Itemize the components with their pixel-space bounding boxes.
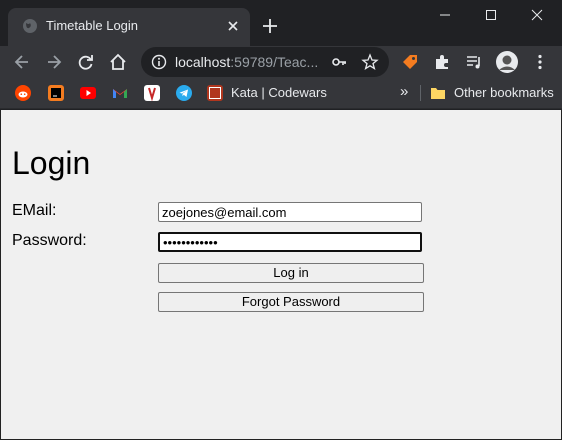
tab-title: Timetable Login [46,18,139,33]
home-icon[interactable] [108,52,128,72]
email-field[interactable] [158,202,422,222]
browser-tab[interactable]: Timetable Login [8,8,250,46]
reddit-icon[interactable] [15,85,31,101]
maximize-icon[interactable] [468,0,514,30]
bookmarks-separator [420,85,421,101]
page-title: Login [12,145,91,181]
reload-icon[interactable] [76,52,96,72]
codewars-icon[interactable] [207,85,223,101]
forward-arrow-icon[interactable] [44,52,64,72]
extension-tag-icon[interactable] [400,52,420,72]
forgot-password-button[interactable]: Forgot Password [158,292,424,312]
bookmarks-bar: Kata | Codewars » Other bookmarks [0,77,562,109]
other-bookmarks-label[interactable]: Other bookmarks [454,85,554,100]
youtube-icon[interactable] [80,85,96,101]
close-window-icon[interactable] [514,0,560,30]
jetbrains-icon[interactable] [48,85,64,101]
menu-dots-icon[interactable] [530,52,550,72]
minimize-icon[interactable] [422,0,468,30]
url-rest: :59789/Teac... [230,54,319,70]
profile-avatar-icon[interactable] [495,50,519,74]
email-label: EMail: [12,202,57,219]
password-field[interactable] [158,232,422,252]
url-text: localhost:59789/Teac... [175,54,318,70]
folder-icon[interactable] [430,85,446,101]
url-host: localhost [175,54,231,70]
bookmarks-overflow-chevron[interactable]: » [400,83,408,100]
browser-tab-strip: Timetable Login [0,0,562,46]
bookmark-app-icon[interactable] [144,85,160,101]
extensions-puzzle-icon[interactable] [432,52,452,72]
gmail-icon[interactable] [112,85,128,101]
media-queue-icon[interactable] [464,52,484,72]
telegram-icon[interactable] [176,85,192,101]
globe-icon [23,19,37,33]
new-tab-icon[interactable] [260,16,280,36]
address-bar[interactable]: localhost:59789/Teac... [141,47,389,77]
back-arrow-icon[interactable] [12,52,32,72]
login-button[interactable]: Log in [158,263,424,283]
password-label: Password: [12,232,87,249]
page-content: Login EMail: Password: Log in Forgot Pas… [0,110,562,440]
site-info-icon[interactable] [151,54,167,70]
star-icon[interactable] [361,53,379,71]
bookmark-codewars-label[interactable]: Kata | Codewars [231,85,327,100]
key-icon[interactable] [331,54,347,70]
browser-toolbar: localhost:59789/Teac... [0,46,562,77]
close-tab-icon[interactable] [224,17,242,35]
